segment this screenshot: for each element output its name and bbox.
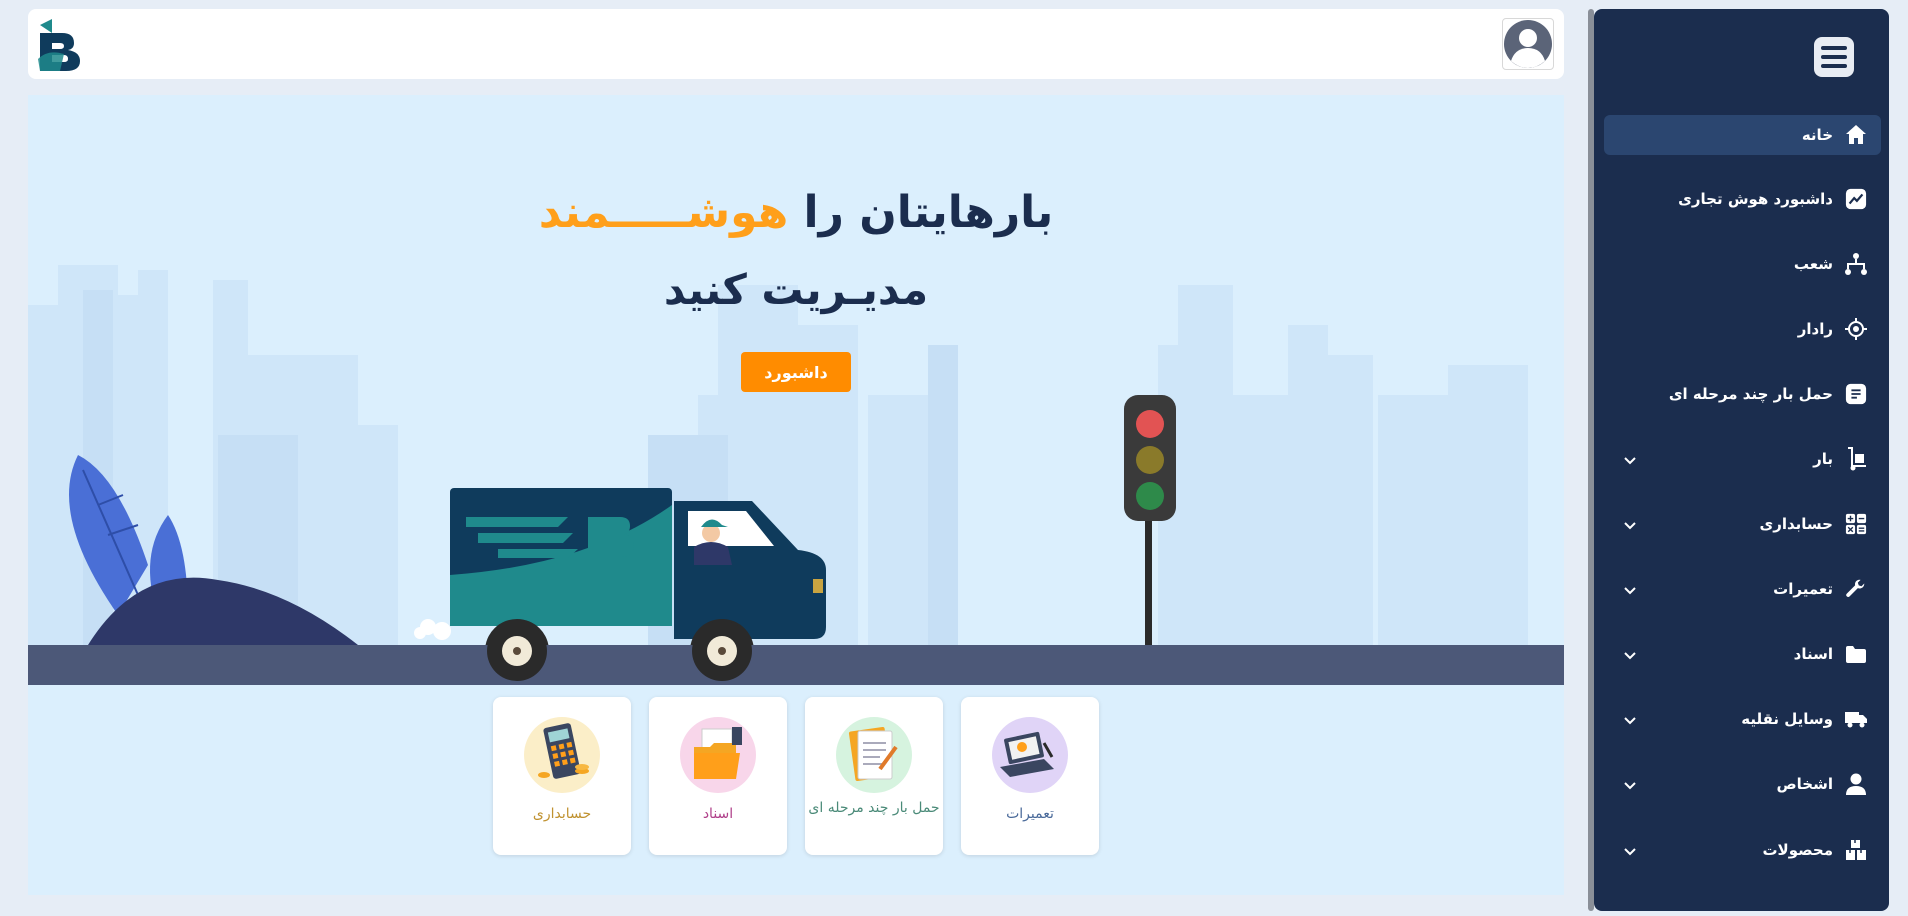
sidebar-item-radar[interactable]: رادار xyxy=(1604,309,1881,349)
brand-logo[interactable] xyxy=(38,19,84,75)
card-repairs[interactable]: تعمیرات xyxy=(961,697,1099,855)
chevron-down-icon[interactable] xyxy=(1624,646,1636,664)
branches-icon xyxy=(1843,251,1869,277)
chart-icon xyxy=(1843,186,1869,212)
dashboard-button[interactable]: داشبورد xyxy=(741,352,851,392)
sidebar-item-branches[interactable]: شعب xyxy=(1604,244,1881,284)
sidebar-item-label: رادار xyxy=(1797,320,1833,338)
notebook-pen-icon xyxy=(836,717,912,793)
card-label: تعمیرات xyxy=(1006,806,1054,822)
boxes-icon xyxy=(1843,837,1869,863)
sidebar-item-label: اشخاص xyxy=(1776,775,1833,793)
chevron-down-icon[interactable] xyxy=(1624,711,1636,729)
card-multistage-freight[interactable]: حمل بار چند مرحله ای xyxy=(805,697,943,855)
sidebar-item-documents[interactable]: اسناد xyxy=(1604,634,1881,674)
sidebar-item-bi-dashboard[interactable]: داشبورد هوش تجاری xyxy=(1604,179,1881,219)
sidebar-item-label: بار xyxy=(1813,450,1833,468)
card-documents[interactable]: اسناد xyxy=(649,697,787,855)
sidebar-item-cargo[interactable]: بار xyxy=(1604,439,1881,479)
sidebar-item-label: محصولات xyxy=(1762,841,1833,859)
chevron-down-icon[interactable] xyxy=(1624,842,1636,860)
card-label: حسابداری xyxy=(532,806,592,822)
chevron-down-icon[interactable] xyxy=(1624,451,1636,469)
sidebar-item-home[interactable]: خانه xyxy=(1604,115,1881,155)
sidebar-item-label: شعب xyxy=(1793,255,1833,273)
chevron-down-icon[interactable] xyxy=(1624,581,1636,599)
document-icon xyxy=(1843,381,1869,407)
home-icon xyxy=(1843,122,1869,148)
person-icon xyxy=(1843,771,1869,797)
wrench-icon xyxy=(1843,576,1869,602)
content-area xyxy=(28,685,1564,895)
sidebar-item-persons[interactable]: اشخاص xyxy=(1604,764,1881,804)
card-label: اسناد xyxy=(702,806,734,822)
chevron-down-icon[interactable] xyxy=(1624,776,1636,794)
cargo-dolly-icon xyxy=(1843,446,1869,472)
sidebar-item-vehicles[interactable]: وسایل نقلیه xyxy=(1604,699,1881,739)
sidebar-item-multistage-freight[interactable]: حمل بار چند مرحله ای xyxy=(1604,374,1881,414)
hero-headline: بارهایتان را هوشـــــمند xyxy=(28,187,1564,238)
calculator-coins-icon xyxy=(524,717,600,793)
sidebar: خانه داشبورد هوش تجاری شعب رادار حمل بار… xyxy=(1594,9,1889,911)
radar-icon xyxy=(1843,316,1869,342)
sidebar-item-label: حسابداری xyxy=(1759,515,1833,533)
card-accounting[interactable]: حسابداری xyxy=(493,697,631,855)
chevron-down-icon[interactable] xyxy=(1624,516,1636,534)
calculator-icon xyxy=(1843,511,1869,537)
card-label: حمل بار چند مرحله ای xyxy=(808,800,940,816)
sidebar-item-label: وسایل نقلیه xyxy=(1741,710,1833,728)
sidebar-item-repairs[interactable]: تعمیرات xyxy=(1604,569,1881,609)
top-header xyxy=(28,9,1564,79)
hero-banner: بارهایتان را هوشـــــمند مدیـریت کنید دا… xyxy=(28,95,1564,685)
sidebar-item-products[interactable]: محصولات xyxy=(1604,830,1881,870)
folder-icon xyxy=(1843,641,1869,667)
user-avatar[interactable] xyxy=(1502,18,1554,70)
road-strip xyxy=(28,645,1564,685)
sidebar-item-accounting[interactable]: حسابداری xyxy=(1604,504,1881,544)
hamburger-menu-button[interactable] xyxy=(1814,37,1854,77)
sidebar-item-label: تعمیرات xyxy=(1773,580,1833,598)
sidebar-item-label: اسناد xyxy=(1793,645,1833,663)
folder-documents-icon xyxy=(680,717,756,793)
sidebar-item-label: داشبورد هوش تجاری xyxy=(1678,190,1833,208)
sidebar-item-label: حمل بار چند مرحله ای xyxy=(1668,385,1833,403)
sidebar-item-label: خانه xyxy=(1801,126,1833,144)
hero-headline-accent: هوشـــــمند xyxy=(538,187,789,238)
laptop-repair-icon xyxy=(992,717,1068,793)
truck-icon xyxy=(1843,706,1869,732)
hero-headline-text: بارهایتان را xyxy=(788,187,1054,238)
hero-subheadline: مدیـریت کنید xyxy=(663,265,929,314)
